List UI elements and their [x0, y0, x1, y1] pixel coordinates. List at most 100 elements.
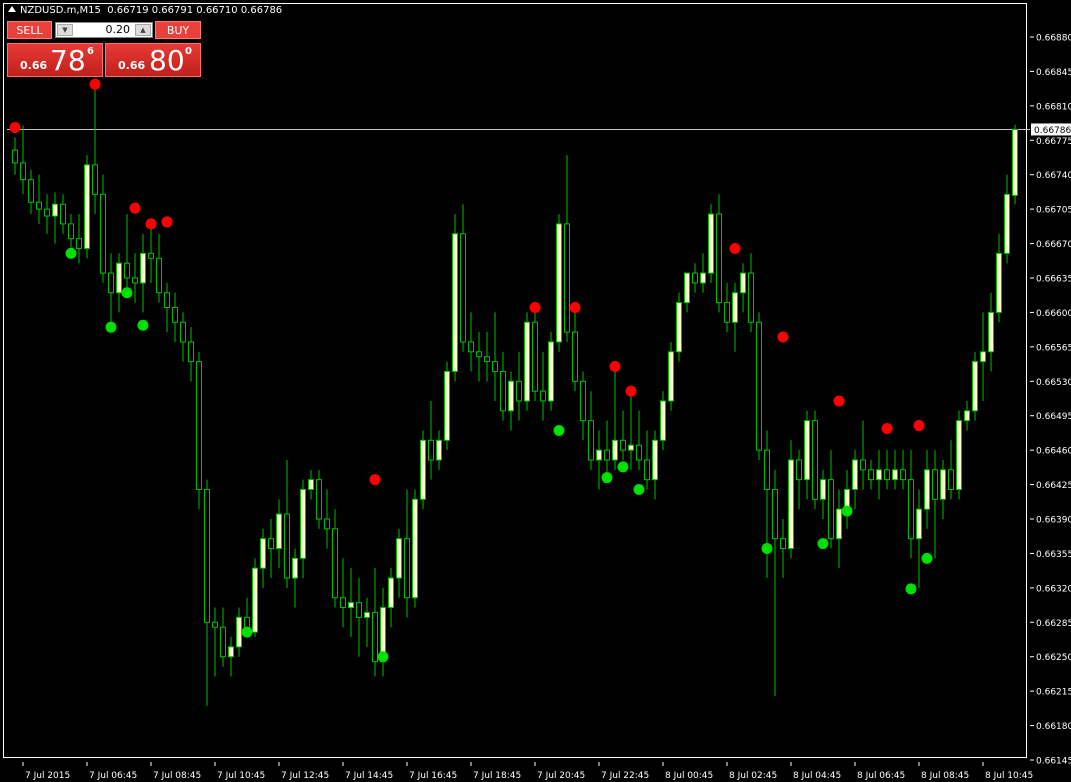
- candle-bull: [1004, 193, 1010, 254]
- candle-bull: [292, 557, 298, 579]
- candle-bear: [28, 179, 34, 203]
- sell-button[interactable]: SELL: [7, 21, 52, 39]
- candle-bull: [940, 469, 946, 500]
- candle-bear: [268, 538, 274, 550]
- buy-price-pips: 80: [149, 44, 185, 77]
- x-tick-label: 8 Jul 02:45: [729, 771, 777, 781]
- low-signal-dot: [121, 287, 133, 299]
- buy-price-fraction: 0: [185, 46, 192, 57]
- high-signal-dot: [777, 331, 789, 343]
- y-tick-label: 0.66495: [1036, 412, 1071, 422]
- buy-price-button[interactable]: 0.66 80 0: [105, 43, 201, 77]
- candle-bear: [204, 488, 210, 623]
- candle-bear: [212, 621, 218, 628]
- y-tick-label: 0.66460: [1036, 447, 1071, 457]
- candle-bull: [364, 611, 370, 618]
- high-signal-dot: [609, 361, 621, 373]
- y-tick-label: 0.66215: [1036, 688, 1071, 698]
- x-tick-label: 8 Jul 00:45: [665, 771, 713, 781]
- candle-bull: [804, 420, 810, 481]
- candle-bull: [228, 646, 234, 658]
- low-signal-dot: [65, 247, 77, 259]
- y-tick-label: 0.66880: [1036, 34, 1071, 44]
- candle-bull: [676, 302, 682, 353]
- candle-bull: [820, 479, 826, 500]
- low-signal-dot: [841, 505, 853, 517]
- chart-frame[interactable]: 0.66880 0.66845 0.66810 0.66775 0.66740 0.667…: [3, 3, 1071, 781]
- x-tick-label: 8 Jul 06:45: [857, 771, 905, 781]
- candle-bear: [692, 272, 698, 284]
- candle-bull: [260, 538, 266, 569]
- candle-bear: [780, 538, 786, 550]
- candle-bear: [340, 597, 346, 609]
- candle-bear: [644, 459, 650, 481]
- candle-bear: [20, 162, 26, 181]
- candle-bull: [300, 488, 306, 559]
- chevron-down-icon[interactable]: ▼: [57, 24, 73, 36]
- candle-bull: [924, 469, 930, 510]
- candle-bear: [332, 528, 338, 599]
- chevron-up-icon[interactable]: ▲: [135, 24, 151, 36]
- candle-bear: [100, 193, 106, 274]
- candle-bull: [140, 252, 146, 284]
- buy-button[interactable]: BUY: [155, 21, 201, 39]
- candle-bull: [1012, 128, 1018, 196]
- lot-size-input[interactable]: ▼ 0.20 ▲: [55, 22, 153, 38]
- candle-bull: [652, 439, 658, 481]
- low-signal-dot: [761, 543, 773, 555]
- candle-bear: [532, 321, 538, 392]
- x-tick-label: 7 Jul 22:45: [601, 771, 649, 781]
- candlestick-chart[interactable]: 0.668800.668450.668100.667750.667400.667…: [4, 4, 1071, 782]
- high-signal-dot: [833, 395, 845, 407]
- candle-bear: [540, 390, 546, 402]
- y-tick-label: 0.66565: [1036, 343, 1071, 353]
- candle-bull: [508, 380, 514, 412]
- candle-bull: [964, 410, 970, 422]
- x-tick-label: 7 Jul 10:45: [217, 771, 265, 781]
- candle-bear: [724, 302, 730, 323]
- y-tick-label: 0.66180: [1036, 722, 1071, 732]
- sell-price-fraction: 6: [87, 46, 94, 57]
- candle-bull: [708, 213, 714, 274]
- candle-bear: [316, 479, 322, 520]
- high-signal-dot: [729, 242, 741, 254]
- x-tick-label: 7 Jul 12:45: [281, 771, 329, 781]
- candle-bear: [428, 439, 434, 461]
- candle-bear: [324, 518, 330, 530]
- buy-price-prefix: 0.66: [118, 59, 146, 72]
- one-click-trade-panel: SELL ▼ 0.20 ▲ BUY 0.66 78 6 0.66 80 0: [7, 21, 201, 77]
- sell-price-button[interactable]: 0.66 78 6: [7, 43, 103, 77]
- candle-bear: [828, 479, 834, 540]
- candle-bear: [500, 370, 506, 412]
- low-signal-dot: [601, 472, 613, 484]
- low-signal-dot: [633, 483, 645, 495]
- lot-size-value[interactable]: 0.20: [106, 23, 131, 37]
- x-tick-label: 8 Jul 10:45: [985, 771, 1033, 781]
- high-signal-dot: [625, 385, 637, 397]
- candle-bear: [748, 272, 754, 323]
- candle-bear: [404, 538, 410, 599]
- candle-bull: [252, 567, 258, 633]
- x-tick-label: 7 Jul 06:45: [89, 771, 137, 781]
- high-signal-dot: [881, 423, 893, 435]
- triangle-up-icon: [8, 6, 16, 12]
- candle-bull: [788, 459, 794, 550]
- candle-bull: [956, 420, 962, 490]
- candle-bull: [852, 459, 858, 490]
- x-tick-label: 7 Jul 08:45: [153, 771, 201, 781]
- sell-price-pips: 78: [50, 44, 86, 77]
- candle-bear: [476, 351, 482, 358]
- y-tick-label: 0.66740: [1036, 171, 1071, 181]
- candle-bull: [740, 272, 746, 294]
- candle-bear: [860, 459, 866, 471]
- candle-bull: [52, 203, 58, 217]
- candle-bear: [604, 449, 610, 461]
- candle-bull: [556, 223, 562, 343]
- x-tick-label: 8 Jul 04:45: [793, 771, 841, 781]
- y-tick-label: 0.66775: [1036, 137, 1071, 147]
- candle-bull: [84, 164, 90, 249]
- y-tick-label: 0.66250: [1036, 653, 1071, 663]
- x-tick-label: 7 Jul 2015: [25, 771, 70, 781]
- high-signal-dot: [9, 121, 21, 133]
- y-tick-label: 0.66845: [1036, 68, 1071, 78]
